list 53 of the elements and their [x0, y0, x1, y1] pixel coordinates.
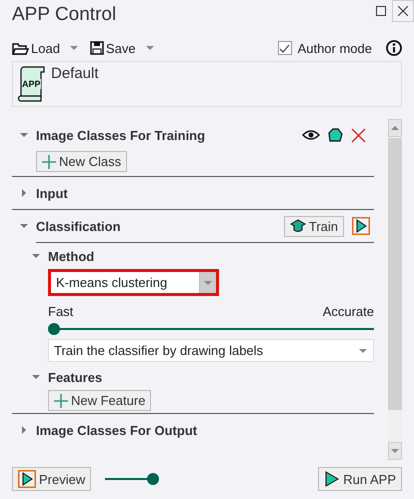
collapse-arrow-icon[interactable]	[32, 254, 40, 258]
slider-thumb[interactable]	[147, 473, 160, 485]
section-title[interactable]: Classification	[36, 218, 121, 234]
close-icon	[398, 6, 408, 16]
dropdown-caret-icon[interactable]	[204, 280, 212, 284]
section-title[interactable]: Input	[36, 186, 68, 200]
collapse-arrow-icon[interactable]	[32, 375, 40, 379]
run-app-button[interactable]: Run APP	[318, 467, 402, 491]
new-class-button[interactable]: New Class	[36, 151, 128, 172]
scroll-thumb[interactable]	[388, 138, 402, 410]
eye-icon[interactable]	[302, 128, 320, 142]
slider-thumb[interactable]	[48, 323, 60, 335]
maximize-icon	[376, 6, 386, 16]
polygon-icon[interactable]	[328, 128, 343, 142]
dropdown-caret-icon[interactable]	[359, 348, 367, 352]
slider-min-label: Fast	[48, 304, 74, 319]
preview-button[interactable]: Preview	[12, 467, 92, 491]
scroll-up-icon[interactable]	[391, 126, 399, 130]
app-name: Default	[51, 65, 99, 82]
collapse-arrow-icon[interactable]	[20, 224, 28, 228]
plus-icon	[42, 154, 56, 168]
scrollbar[interactable]	[388, 119, 402, 460]
method-dropdown[interactable]: K-means clustering	[48, 269, 219, 296]
save-icon	[90, 41, 104, 55]
author-mode-checkbox[interactable]	[278, 41, 292, 55]
train-button[interactable]: Train	[284, 216, 344, 236]
plus-icon	[54, 394, 68, 408]
window-title: APP Control	[12, 4, 116, 26]
play-icon	[324, 471, 340, 487]
play-icon	[18, 470, 36, 488]
folder-icon	[12, 41, 29, 55]
collapse-arrow-icon[interactable]	[20, 133, 28, 137]
save-button[interactable]: Save	[90, 40, 136, 56]
dropdown-caret-icon[interactable]	[146, 46, 154, 50]
section-title[interactable]: Method	[48, 248, 94, 264]
author-mode-label[interactable]: Author mode	[298, 40, 372, 56]
scroll-down-icon[interactable]	[391, 449, 399, 453]
section-title[interactable]: Features	[48, 370, 102, 384]
app-icon-label: APP	[22, 79, 41, 89]
play-button[interactable]	[352, 217, 370, 235]
section-title[interactable]: Image Classes For Training	[36, 128, 206, 142]
new-feature-button[interactable]: New Feature	[48, 390, 152, 411]
section-title[interactable]: Image Classes For Output	[36, 422, 198, 438]
info-icon[interactable]	[386, 40, 402, 56]
expand-arrow-icon[interactable]	[22, 426, 26, 434]
dropdown-caret-icon[interactable]	[70, 46, 78, 50]
close-button[interactable]	[392, 0, 414, 22]
mode-dropdown[interactable]: Train the classifier by drawing labels	[48, 339, 374, 362]
expand-arrow-icon[interactable]	[22, 189, 26, 197]
slider-max-label: Accurate	[322, 304, 374, 319]
delete-icon[interactable]	[351, 128, 366, 142]
graduation-cap-icon	[290, 219, 306, 233]
load-button[interactable]: Load	[12, 40, 60, 56]
